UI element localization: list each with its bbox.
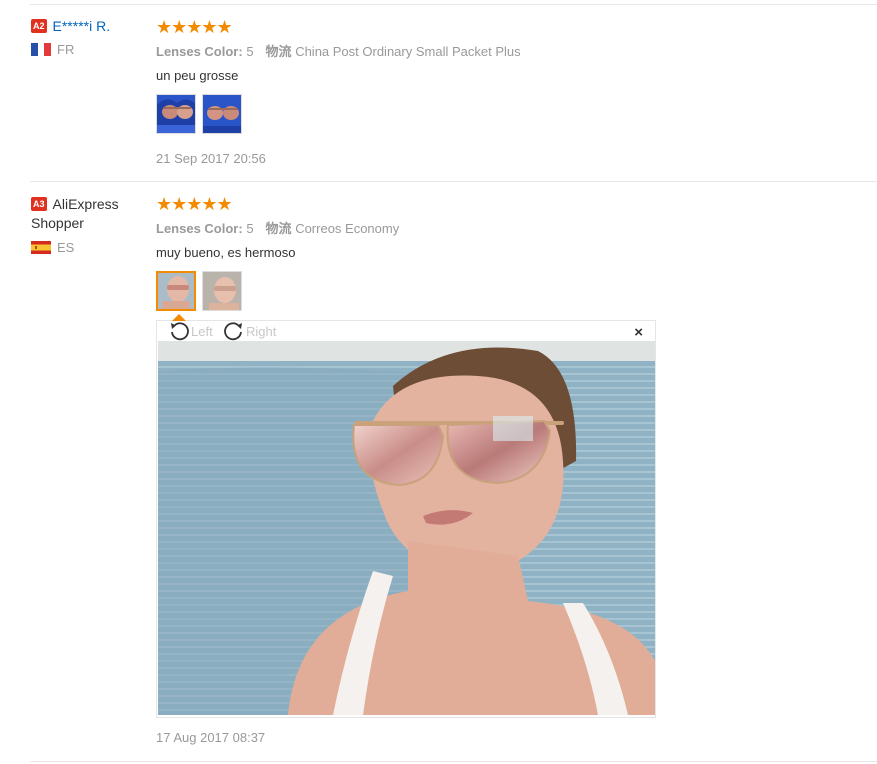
review-divider	[30, 181, 877, 182]
review-photo-thumbnail[interactable]	[202, 271, 242, 311]
reviewer-name: A3 AliExpress Shopper	[31, 196, 119, 231]
buyer-level-badge: A2	[31, 19, 47, 33]
reviewer-name-link[interactable]: E*****i R.	[53, 18, 111, 34]
review-photo-thumbnail[interactable]	[202, 94, 242, 134]
rotate-right-icon	[224, 322, 242, 341]
close-icon[interactable]: ×	[634, 324, 643, 341]
top-divider	[30, 4, 877, 5]
shipping-label: 物流	[265, 221, 292, 236]
shipping-value: Correos Economy	[295, 221, 400, 236]
bottom-divider	[30, 761, 877, 762]
attr-value: 5	[246, 221, 254, 236]
review-date: 21 Sep 2017 20:56	[156, 151, 266, 166]
country-code: FR	[57, 42, 75, 57]
country-code: ES	[57, 240, 75, 255]
enlarged-review-photo	[158, 341, 655, 715]
rotate-left-label: Left	[191, 323, 213, 339]
review-photos	[156, 94, 876, 134]
attr-value: 5	[246, 44, 254, 59]
review-photos	[156, 271, 876, 311]
buyer-level-badge: A3	[31, 197, 47, 211]
attr-label: Lenses Color:	[156, 221, 243, 236]
review-photo-thumbnail-selected[interactable]	[156, 271, 196, 311]
reviewer-info: A2 E*****i R. FR	[31, 18, 149, 57]
rotate-left-icon	[171, 322, 189, 341]
viewer-pointer	[172, 314, 186, 321]
attr-label: Lenses Color:	[156, 44, 243, 59]
rotate-right-label: Right	[246, 323, 277, 339]
shipping-label: 物流	[265, 44, 292, 59]
spain-flag-icon	[31, 241, 51, 254]
review-text: un peu grosse	[156, 68, 239, 83]
reviewer-country: FR	[31, 42, 149, 57]
france-flag-icon	[31, 43, 51, 56]
star-rating: ★★★★★	[156, 17, 233, 37]
shipping-value: China Post Ordinary Small Packet Plus	[295, 44, 521, 59]
review-photo-thumbnail[interactable]	[156, 94, 196, 134]
photo-viewer: Left Right ×	[156, 314, 656, 718]
star-rating: ★★★★★	[156, 194, 233, 214]
rotate-left-button[interactable]: Left	[168, 321, 213, 341]
reviewer-country: ES	[31, 240, 149, 255]
review-date: 17 Aug 2017 08:37	[156, 730, 266, 745]
review-attributes: Lenses Color: 5 物流 China Post Ordinary Sm…	[156, 41, 876, 60]
review-text: muy bueno, es hermoso	[156, 245, 296, 260]
rotate-right-button[interactable]: Right	[223, 321, 276, 341]
review-attributes: Lenses Color: 5 物流 Correos Economy	[156, 218, 876, 237]
reviewer-info: A3 AliExpress Shopper ES	[31, 195, 149, 255]
